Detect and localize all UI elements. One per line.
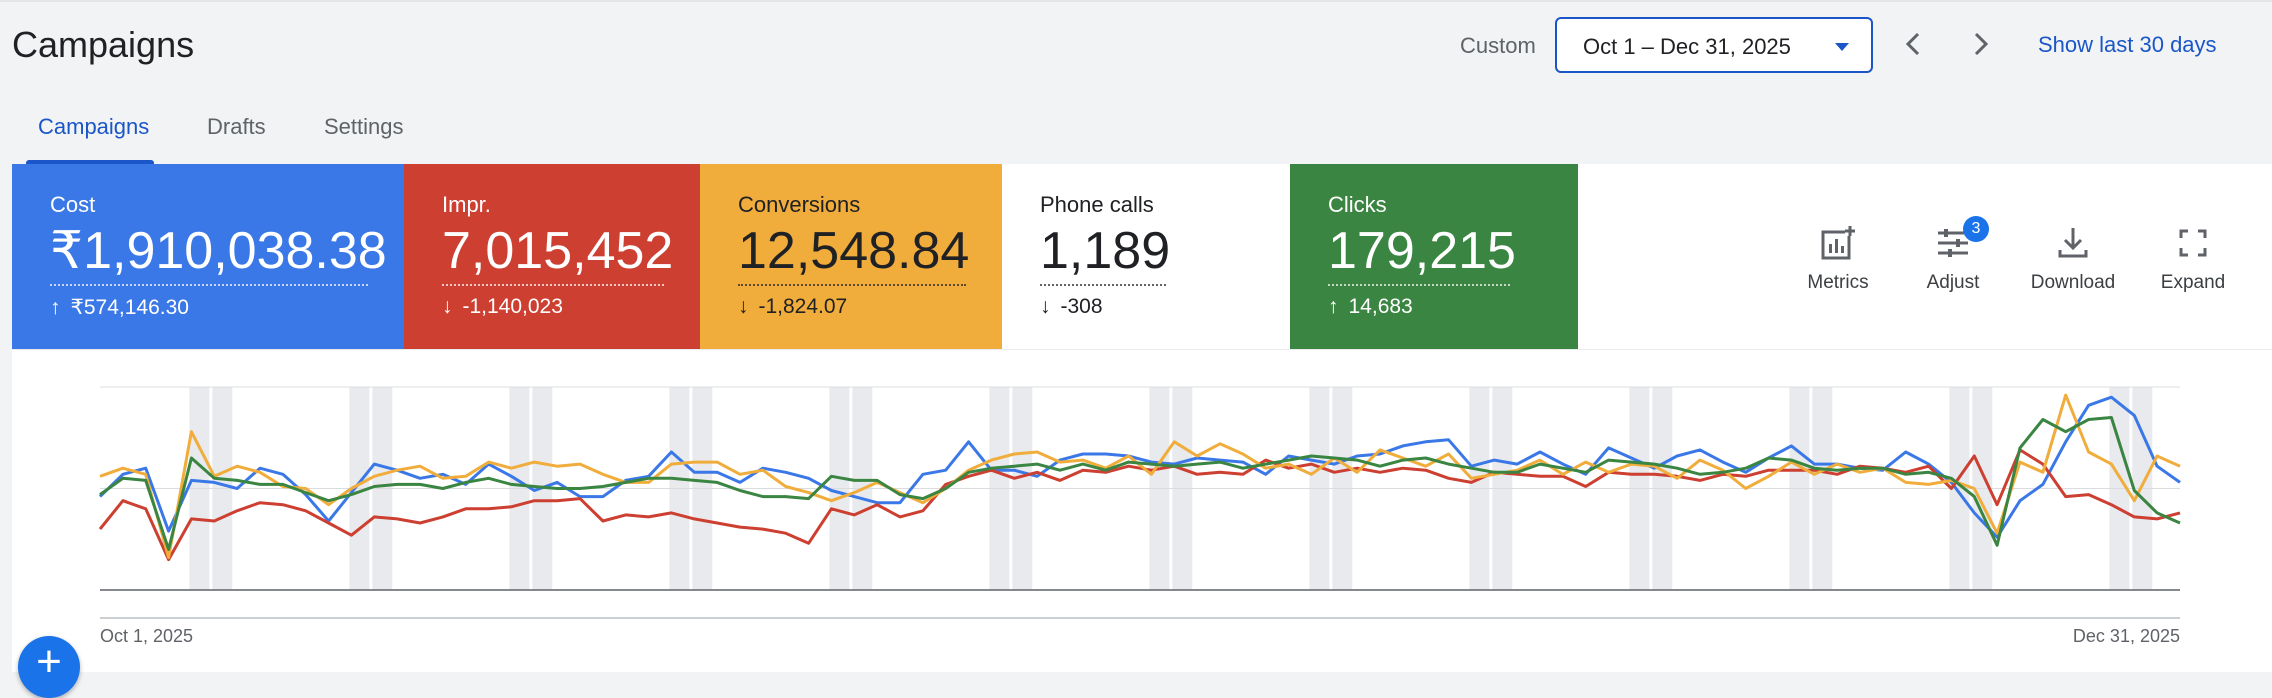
metric-value: ₹1,910,038.38 <box>50 222 387 280</box>
series-line <box>99 416 2181 551</box>
tab-drafts[interactable]: Drafts <box>207 114 266 140</box>
download-label: Download <box>2030 272 2116 293</box>
metrics-button[interactable]: Metrics <box>1788 224 1888 294</box>
chevron-left-icon <box>1905 32 1920 56</box>
metric-delta: ↓ -308 <box>1040 295 1103 318</box>
download-button[interactable]: Download <box>2023 224 2123 294</box>
page-title: Campaigns <box>12 24 195 65</box>
metric-label: Phone calls <box>1040 192 1154 217</box>
x-axis-start-label: Oct 1, 2025 <box>100 626 193 646</box>
expand-button[interactable]: Expand <box>2143 224 2243 294</box>
chart-add-icon <box>1821 226 1855 260</box>
metric-value-underline <box>442 284 664 286</box>
metric-value: 1,189 <box>1040 222 1171 280</box>
adjust-button[interactable]: 3 Adjust <box>1903 216 2003 294</box>
arrow-down-icon: ↓ <box>442 295 453 318</box>
metric-label: Cost <box>50 192 96 217</box>
metric-card-phone-calls[interactable]: Phone calls 1,189 ↓ -308 <box>1002 164 1290 349</box>
arrow-down-icon: ↓ <box>1040 295 1051 318</box>
line-chart: Oct 1, 2025 Dec 31, 2025 <box>98 386 2181 646</box>
metric-value-underline <box>50 284 368 286</box>
metric-card-conversions[interactable]: Conversions 12,548.84 ↓ -1,824.07 <box>700 164 1002 349</box>
tab-campaigns[interactable]: Campaigns <box>38 114 149 140</box>
metric-delta: ↑ ₹574,146.30 <box>50 296 189 319</box>
next-period-button[interactable] <box>1962 26 1998 62</box>
metric-label: Conversions <box>738 192 861 217</box>
metric-value: 179,215 <box>1328 222 1516 280</box>
date-range-picker[interactable]: Oct 1 – Dec 31, 2025 <box>1555 17 1873 73</box>
metric-delta: ↑ 14,683 <box>1328 295 1413 318</box>
metric-value: 7,015,452 <box>442 222 674 280</box>
chevron-right-icon <box>1974 32 1989 56</box>
plus-icon: + <box>36 637 62 686</box>
date-range-text: Oct 1 – Dec 31, 2025 <box>1583 34 1791 59</box>
overview-card: Cost ₹1,910,038.38 ↑ ₹574,146.30 Impr. 7,… <box>12 164 2272 672</box>
download-icon <box>2058 228 2088 258</box>
create-button[interactable]: + <box>18 636 80 698</box>
show-last-30-days-link[interactable]: Show last 30 days <box>2038 32 2217 58</box>
performance-chart: Oct 1, 2025 Dec 31, 2025 <box>12 349 2272 673</box>
metric-value-underline <box>1328 284 1510 286</box>
arrow-up-icon: ↑ <box>50 296 61 319</box>
metric-value: 12,548.84 <box>738 222 970 280</box>
metric-label: Impr. <box>442 192 491 217</box>
tab-settings[interactable]: Settings <box>324 114 404 140</box>
previous-period-button[interactable] <box>1896 26 1932 62</box>
metrics-label: Metrics <box>1807 272 1869 293</box>
x-axis-end-label: Dec 31, 2025 <box>2073 626 2180 646</box>
custom-label: Custom <box>1460 33 1536 58</box>
adjust-label: Adjust <box>1926 272 1980 293</box>
metric-value-underline <box>1040 284 1166 286</box>
top-bar: Campaigns Custom Oct 1 – Dec 31, 2025 Sh… <box>0 0 2272 165</box>
metric-delta: ↓ -1,824.07 <box>738 295 848 318</box>
metric-card-impressions[interactable]: Impr. 7,015,452 ↓ -1,140,023 <box>404 164 700 349</box>
metric-value-underline <box>738 284 966 286</box>
caret-down-icon <box>1835 43 1849 51</box>
arrow-up-icon: ↑ <box>1328 295 1339 318</box>
arrow-down-icon: ↓ <box>738 295 749 318</box>
metric-card-cost[interactable]: Cost ₹1,910,038.38 ↑ ₹574,146.30 <box>12 164 404 349</box>
expand-icon <box>2179 229 2207 257</box>
adjust-count-badge: 3 <box>1963 216 1989 242</box>
metric-card-clicks[interactable]: Clicks 179,215 ↑ 14,683 <box>1290 164 1578 349</box>
metric-delta: ↓ -1,140,023 <box>442 295 563 318</box>
metric-label: Clicks <box>1328 192 1387 217</box>
expand-label: Expand <box>2160 272 2226 293</box>
